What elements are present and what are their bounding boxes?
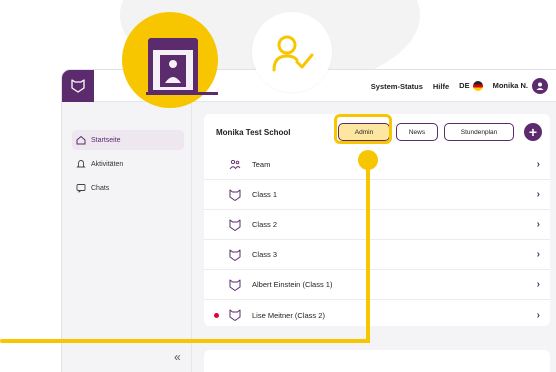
admin-highlight-box xyxy=(334,114,392,144)
app-logo[interactable] xyxy=(62,70,94,102)
sidebar: Startseite Aktivitäten Chats « xyxy=(62,102,192,372)
highlight-connector-horizontal xyxy=(0,339,370,343)
unread-dot xyxy=(214,312,219,318)
chevron-right-icon: › xyxy=(536,159,540,170)
stundenplan-button[interactable]: Stundenplan xyxy=(444,123,514,141)
help-link[interactable]: Hilfe xyxy=(433,82,449,91)
fox-icon xyxy=(229,189,241,201)
bell-icon xyxy=(76,160,86,168)
add-button[interactable]: + xyxy=(524,123,542,141)
fox-icon xyxy=(229,249,241,261)
news-button[interactable]: News xyxy=(396,123,438,141)
chevron-right-icon: › xyxy=(536,249,540,260)
sidebar-item-label: Aktivitäten xyxy=(91,160,124,168)
language-selector[interactable]: DE xyxy=(459,80,483,91)
fox-logo-icon xyxy=(71,79,85,93)
chevron-right-icon: › xyxy=(536,279,540,290)
list-item-class-1[interactable]: Class 1 › xyxy=(204,180,550,210)
list-item-class-3[interactable]: Class 3 › xyxy=(204,240,550,270)
list-item-name: Albert Einstein (Class 1) xyxy=(252,280,333,289)
system-status-link[interactable]: System-Status xyxy=(371,82,423,91)
app-window: System-Status Hilfe DE Monika N. Startse… xyxy=(62,70,556,372)
user-menu[interactable]: Monika N. xyxy=(493,78,548,94)
germany-flag-icon xyxy=(472,81,483,91)
user-name: Monika N. xyxy=(492,80,528,90)
list-item-name: Class 2 xyxy=(252,220,278,229)
home-icon xyxy=(76,135,86,145)
sidebar-item-label: Startseite xyxy=(91,136,121,144)
school-card: Monika Test School Admin News Stundenpla… xyxy=(204,114,550,326)
avatar xyxy=(532,78,548,94)
chevron-right-icon: › xyxy=(536,219,540,230)
sidebar-item-chats[interactable]: Chats xyxy=(72,178,184,198)
highlight-connector-vertical xyxy=(366,158,370,343)
chevron-right-icon: › xyxy=(536,309,540,321)
team-icon xyxy=(229,159,241,170)
fox-icon xyxy=(229,219,241,231)
school-name: Monika Test School xyxy=(216,127,291,137)
fox-icon xyxy=(229,309,241,321)
top-links: System-Status Hilfe DE Monika N. xyxy=(371,70,548,102)
fox-icon xyxy=(229,279,241,291)
user-check-icon xyxy=(272,35,314,72)
yellow-badge xyxy=(122,12,218,108)
collapse-sidebar-button[interactable]: « xyxy=(174,350,181,364)
white-badge xyxy=(252,12,332,92)
language-label: DE xyxy=(459,80,470,90)
chevron-right-icon: › xyxy=(536,189,540,200)
list-item-name: Team xyxy=(252,160,271,169)
sidebar-item-startseite[interactable]: Startseite xyxy=(72,130,184,150)
list-item-name: Class 1 xyxy=(252,190,278,199)
list-item-class-2[interactable]: Class 2 › xyxy=(204,210,550,240)
list-item-name: Lise Meitner (Class 2) xyxy=(252,310,325,320)
list-item-team[interactable]: Team › xyxy=(204,150,550,180)
group-list: Team › Class 1 › Class 2 › Class 3 › Alb… xyxy=(204,150,550,330)
list-item-albert-einstein[interactable]: Albert Einstein (Class 1) › xyxy=(204,270,550,300)
second-school-card xyxy=(204,350,550,372)
sidebar-nav: Startseite Aktivitäten Chats xyxy=(72,130,184,202)
sidebar-item-aktivitaeten[interactable]: Aktivitäten xyxy=(72,154,184,174)
user-window-icon xyxy=(146,38,218,95)
list-item-name: Class 3 xyxy=(252,250,278,259)
chat-icon xyxy=(76,184,86,193)
list-item-lise-meitner[interactable]: Lise Meitner (Class 2) › xyxy=(204,300,550,330)
user-avatar-icon xyxy=(536,82,544,90)
sidebar-item-label: Chats xyxy=(91,184,110,192)
